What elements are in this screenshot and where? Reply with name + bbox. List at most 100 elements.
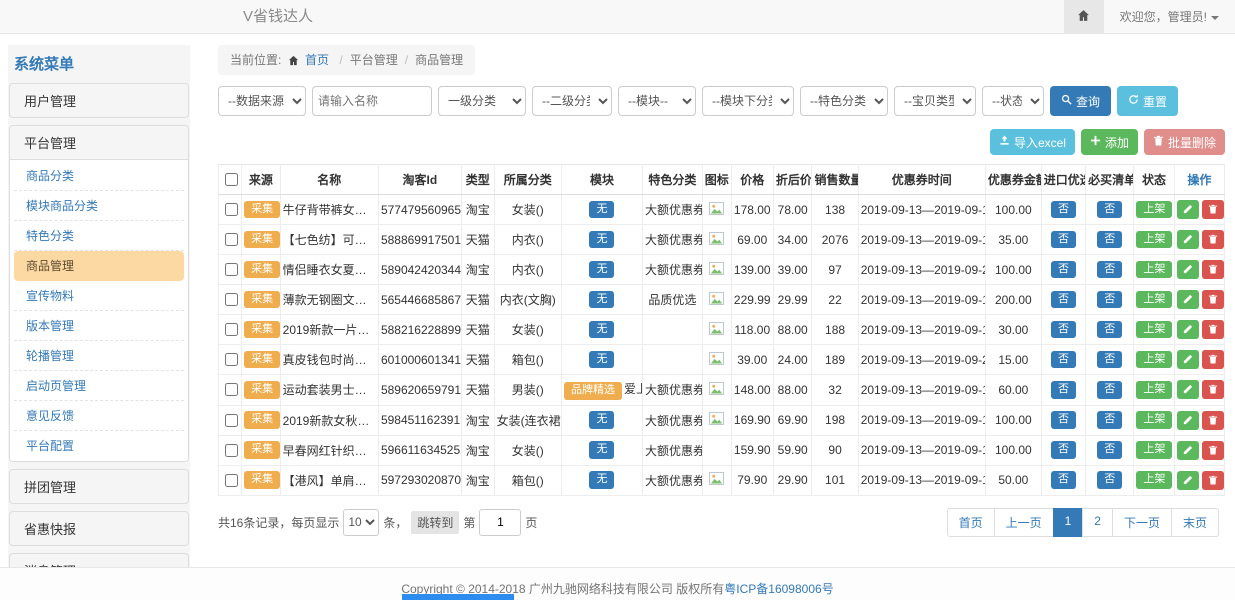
edit-button[interactable] <box>1177 290 1199 309</box>
status-toggle[interactable]: 上架 <box>1136 321 1172 339</box>
sidebar-group-header[interactable]: 省惠快报 <box>10 512 188 545</box>
must-buy-toggle[interactable]: 否 <box>1097 381 1122 399</box>
must-buy-toggle[interactable]: 否 <box>1097 441 1122 459</box>
must-buy-toggle[interactable]: 否 <box>1097 291 1122 309</box>
delete-button[interactable] <box>1202 200 1224 219</box>
delete-button[interactable] <box>1202 441 1224 460</box>
sidebar-item[interactable]: 启动页管理 <box>14 371 184 401</box>
row-checkbox[interactable] <box>225 383 238 396</box>
row-checkbox[interactable] <box>225 293 238 306</box>
per-page-select[interactable]: 10 <box>343 509 379 536</box>
select-all-checkbox[interactable] <box>225 173 238 186</box>
status-toggle[interactable]: 上架 <box>1136 231 1172 249</box>
sidebar-item[interactable]: 特色分类 <box>14 221 184 251</box>
import-select-toggle[interactable]: 否 <box>1051 351 1076 369</box>
sidebar-item[interactable]: 商品分类 <box>14 161 184 191</box>
row-checkbox[interactable] <box>225 263 238 276</box>
pager-button[interactable]: 下一页 <box>1112 508 1172 537</box>
pager-button[interactable]: 末页 <box>1171 508 1219 537</box>
pager-button[interactable]: 上一页 <box>994 508 1054 537</box>
row-checkbox[interactable] <box>225 233 238 246</box>
delete-button[interactable] <box>1202 290 1224 309</box>
breadcrumb-item[interactable]: 平台管理 <box>350 53 398 67</box>
must-buy-toggle[interactable]: 否 <box>1097 231 1122 249</box>
home-button[interactable] <box>1064 0 1104 33</box>
status-toggle[interactable]: 上架 <box>1136 291 1172 309</box>
edit-button[interactable] <box>1177 230 1199 249</box>
import-select-toggle[interactable]: 否 <box>1051 291 1076 309</box>
add-button[interactable]: 添加 <box>1081 129 1138 155</box>
delete-button[interactable] <box>1202 260 1224 279</box>
user-menu[interactable]: 欢迎您，管理员! <box>1104 8 1235 25</box>
reset-button[interactable]: 重置 <box>1117 86 1178 116</box>
breadcrumb-item[interactable]: 商品管理 <box>415 53 463 67</box>
pager-button[interactable]: 2 <box>1082 508 1113 537</box>
edit-button[interactable] <box>1177 441 1199 460</box>
sidebar-item[interactable]: 意见反馈 <box>14 401 184 431</box>
sidebar-group-header[interactable]: 用户管理 <box>10 84 188 117</box>
edit-button[interactable] <box>1177 200 1199 219</box>
module-sub-select[interactable]: --模块下分类-- <box>702 86 794 116</box>
delete-button[interactable] <box>1202 380 1224 399</box>
status-toggle[interactable]: 上架 <box>1136 201 1172 219</box>
row-checkbox[interactable] <box>225 474 238 487</box>
must-buy-toggle[interactable]: 否 <box>1097 321 1122 339</box>
data-source-select[interactable]: --数据来源-- <box>218 86 306 116</box>
sidebar-group-header[interactable]: 平台管理 <box>10 126 188 159</box>
sidebar-item[interactable]: 模块商品分类 <box>14 191 184 221</box>
status-toggle[interactable]: 上架 <box>1136 381 1172 399</box>
import-select-toggle[interactable]: 否 <box>1051 381 1076 399</box>
sidebar-item[interactable]: 平台配置 <box>14 431 184 460</box>
item-type-select[interactable]: --宝贝类型-- <box>894 86 976 116</box>
level2-category-select[interactable]: --二级分类-- <box>532 86 612 116</box>
delete-button[interactable] <box>1202 411 1224 430</box>
edit-button[interactable] <box>1177 260 1199 279</box>
sidebar-item[interactable]: 宣传物料 <box>14 281 184 311</box>
breadcrumb-home-link[interactable]: 首页 <box>305 53 329 67</box>
name-input[interactable] <box>312 86 432 116</box>
status-select[interactable]: --状态-- <box>982 86 1044 116</box>
must-buy-toggle[interactable]: 否 <box>1097 411 1122 429</box>
delete-button[interactable] <box>1202 350 1224 369</box>
import-select-toggle[interactable]: 否 <box>1051 321 1076 339</box>
edit-button[interactable] <box>1177 350 1199 369</box>
sidebar-group-header[interactable]: 拼团管理 <box>10 470 188 503</box>
status-toggle[interactable]: 上架 <box>1136 441 1172 459</box>
sidebar-item[interactable]: 商品管理 <box>14 251 184 281</box>
feature-category-select[interactable]: --特色分类-- <box>800 86 888 116</box>
page-jump-input[interactable] <box>479 509 521 536</box>
import-select-toggle[interactable]: 否 <box>1051 471 1076 489</box>
status-toggle[interactable]: 上架 <box>1136 411 1172 429</box>
level1-category-select[interactable]: 一级分类 <box>438 86 526 116</box>
row-checkbox[interactable] <box>225 323 238 336</box>
sidebar-group-header[interactable]: 消息管理 <box>10 554 188 568</box>
import-select-toggle[interactable]: 否 <box>1051 441 1076 459</box>
import-select-toggle[interactable]: 否 <box>1051 261 1076 279</box>
search-button[interactable]: 查询 <box>1050 86 1111 116</box>
delete-button[interactable] <box>1202 320 1224 339</box>
import-excel-button[interactable]: 导入excel <box>990 129 1075 155</box>
status-toggle[interactable]: 上架 <box>1136 261 1172 279</box>
must-buy-toggle[interactable]: 否 <box>1097 351 1122 369</box>
import-select-toggle[interactable]: 否 <box>1051 411 1076 429</box>
edit-button[interactable] <box>1177 471 1199 490</box>
delete-button[interactable] <box>1202 471 1224 490</box>
edit-button[interactable] <box>1177 320 1199 339</box>
edit-button[interactable] <box>1177 411 1199 430</box>
pager-button[interactable]: 1 <box>1053 508 1084 537</box>
sidebar-item[interactable]: 版本管理 <box>14 311 184 341</box>
module-select[interactable]: --模块-- <box>618 86 696 116</box>
must-buy-toggle[interactable]: 否 <box>1097 471 1122 489</box>
icp-link[interactable]: 粤ICP备16098006号 <box>724 582 833 596</box>
row-checkbox[interactable] <box>225 353 238 366</box>
row-checkbox[interactable] <box>225 414 238 427</box>
must-buy-toggle[interactable]: 否 <box>1097 201 1122 219</box>
row-checkbox[interactable] <box>225 203 238 216</box>
row-checkbox[interactable] <box>225 444 238 457</box>
edit-button[interactable] <box>1177 380 1199 399</box>
status-toggle[interactable]: 上架 <box>1136 471 1172 489</box>
status-toggle[interactable]: 上架 <box>1136 351 1172 369</box>
import-select-toggle[interactable]: 否 <box>1051 231 1076 249</box>
delete-button[interactable] <box>1202 230 1224 249</box>
jump-button[interactable]: 跳转到 <box>411 511 459 534</box>
